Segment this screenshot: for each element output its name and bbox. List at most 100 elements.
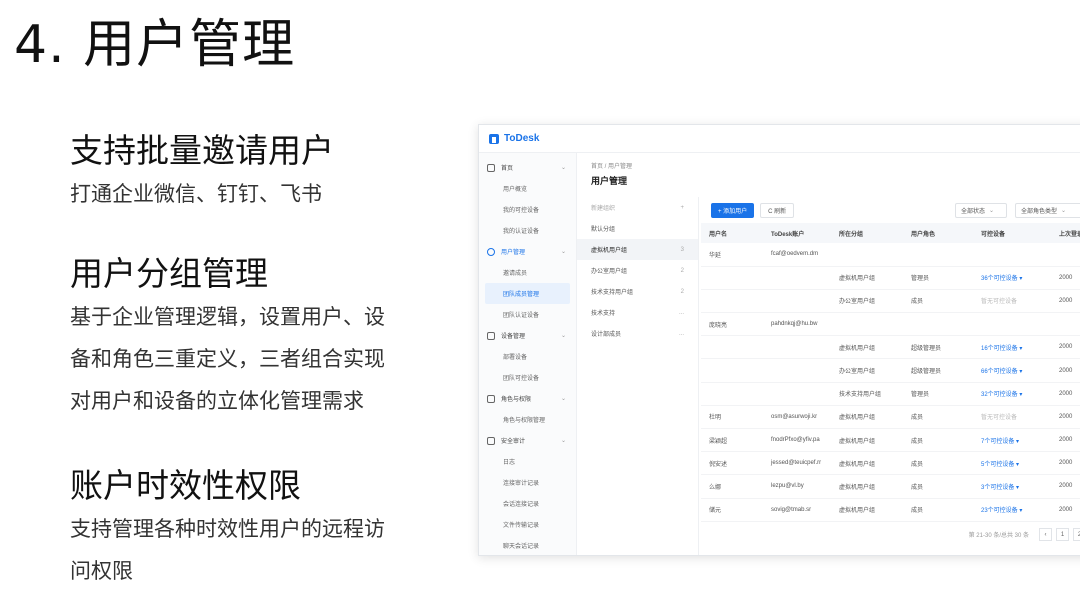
group-item[interactable]: 虚拟机用户组 3 [577,239,698,260]
table-row[interactable]: 虚拟机用户组 管理员 36个可控设备 ▾ 2000 [701,266,1080,290]
table-cell[interactable]: 36个可控设备 ▾ [973,266,1051,290]
todesk-logo-icon [489,133,499,144]
table-header-row: 用户名ToDesk账户所在分组用户角色可控设备上次登录 [701,223,1080,243]
table-row[interactable]: 办公室用户组 成员 暂无可控设备 2000 [701,289,1080,314]
group-item[interactable]: 设计部成员... [577,323,698,344]
refresh-button[interactable]: C 刷新 [760,202,795,218]
table-cell [973,312,1051,337]
table-cell: 2000 [1051,428,1080,453]
sidebar-item[interactable]: 角色与权限管理 [479,409,576,430]
table-cell: 倪安述 [701,451,763,476]
column-header[interactable]: 用户角色 [903,223,973,243]
table-cell [701,358,763,383]
table-row[interactable]: 么娜 lezpu@vl.by 虚拟机用户组 成员 3个可控设备 ▾ 2000 [701,474,1080,499]
sidebar-item[interactable]: 部署设备 [479,346,576,367]
page-button[interactable]: 2 [1073,528,1080,541]
table-cell: lezpu@vl.by [763,474,831,499]
table-cell [831,312,903,337]
sidebar-item[interactable]: 用户概览 [479,178,576,199]
prev-page-button[interactable]: ‹ [1039,528,1052,541]
table-row[interactable]: 办公室用户组 超级管理员 66个可控设备 ▾ 2000 [701,358,1080,383]
table-cell[interactable]: 16个可控设备 ▾ [973,335,1051,360]
role-icon [487,394,495,403]
sidebar-item[interactable]: 文件传输记录 [479,514,576,535]
pagination-info: 第 21-30 条/总共 30 条 [968,533,1029,539]
sidebar-item[interactable]: 团队成员管理 [485,283,570,304]
feature-timed-access: 账户时效性权限 支持管理各种时效性用户的远程访 问权限 [70,465,440,592]
column-header[interactable]: 所在分组 [831,223,903,243]
group-item[interactable]: 新建组织 + [577,197,698,218]
column-header[interactable]: 可控设备 [973,223,1051,243]
table-cell: 虚拟机用户组 [831,266,903,290]
table-cell[interactable]: 66个可控设备 ▾ [973,358,1051,383]
sidebar-item[interactable]: 首页 ⌄ [479,157,576,178]
column-header[interactable]: ToDesk账户 [763,223,831,243]
table-row[interactable]: 倪安述 jessed@teuicpef.rr 虚拟机用户组 成员 5个可控设备 ▾ 200… [701,451,1080,476]
feature-text: 对用户和设备的立体化管理需求 [70,389,364,414]
group-count: ... [678,309,684,316]
table-cell [701,266,763,290]
sidebar-item[interactable]: 邀请成员 [479,262,576,283]
table-row[interactable]: 华延 fcaf@oedvem.dm [701,243,1080,267]
group-item[interactable]: 技术支持... [577,302,698,323]
table-row[interactable]: 虚拟机用户组 超级管理员 16个可控设备 ▾ 2000 [701,335,1080,360]
sidebar-item[interactable]: 角色与权限 ⌄ [479,388,576,409]
table-row[interactable]: 梁颖超 fnodrPfxo@yfiv.pa 虚拟机用户组 成员 7个可控设备 ▾ 2000 [701,428,1080,453]
table-cell: 杜明 [701,405,763,430]
sidebar-item[interactable]: 我的可控设备 [479,199,576,220]
table-cell: 梁颖超 [701,428,763,453]
group-item[interactable]: 技术支持用户组 2 [577,281,698,302]
app-screenshot: ToDesk 首页 ⌄ 用户概览 我的可控设备 我的认证设备 用户管理 ⌄ 邀请成员 团队成员管… [478,124,1080,556]
table-cell: 虚拟机用户组 [831,428,903,453]
sidebar-item-label: 设备管理 [501,334,526,340]
table-cell[interactable]: 7个可控设备 ▾ [973,428,1051,453]
sidebar-item-label: 日志 [503,460,516,466]
sidebar-item-label: 角色与权限管理 [503,418,546,424]
sidebar-item[interactable]: 设备管理 ⌄ [479,325,576,346]
sidebar-item-label: 我的可控设备 [503,208,540,214]
add-user-button[interactable]: + 添加用户 [711,202,755,218]
table-cell[interactable]: 23个可控设备 ▾ [973,498,1051,522]
sidebar-item[interactable]: 会话连接记录 [479,493,576,514]
table-cell [763,382,831,406]
sidebar-item[interactable]: 团队可控设备 [479,367,576,388]
sidebar-item-label: 安全审计 [501,439,526,445]
table-cell [903,312,973,337]
sidebar-item[interactable]: 我的认证设备 [479,220,576,241]
table-cell: 成员 [903,405,973,430]
table-row[interactable]: 储元 sovig@tmab.sr 虚拟机用户组 成员 23个可控设备 ▾ 2000 [701,498,1080,522]
table-cell: 虚拟机用户组 [831,498,903,522]
table-cell: 办公室用户组 [831,289,903,314]
column-header[interactable]: 上次登录 [1051,223,1080,243]
group-item[interactable]: 办公室用户组 2 [577,260,698,281]
sidebar-item[interactable]: 聊天会话记录 [479,535,576,555]
table-cell: 2000 [1051,266,1080,290]
table-cell: 2000 [1051,498,1080,522]
sidebar-item[interactable]: 团队认证设备 [479,304,576,325]
table-cell [763,335,831,360]
shield-icon [487,436,495,445]
table-row[interactable]: 技术支持用户组 管理员 32个可控设备 ▾ 2000 [701,382,1080,406]
column-header[interactable]: 用户名 [701,223,763,243]
status-filter-select[interactable]: 全部状态 ⌄ [955,203,1007,218]
sidebar-item[interactable]: 用户管理 ⌄ [479,241,576,262]
table-cell: 虚拟机用户组 [831,474,903,499]
table-cell[interactable]: 3个可控设备 ▾ [973,474,1051,499]
sidebar-item[interactable]: 日志 [479,451,576,472]
page-button[interactable]: 1 [1056,528,1069,541]
role-filter-select[interactable]: 全部角色类型 ⌄ [1015,203,1080,218]
table-cell[interactable]: 32个可控设备 ▾ [973,382,1051,406]
table-cell: sovig@tmab.sr [763,498,831,522]
table-cell: 成员 [903,428,973,453]
table-cell: 虚拟机用户组 [831,405,903,430]
group-label: 办公室用户组 [591,269,628,275]
breadcrumb[interactable]: 首页 / 用户管理 [591,161,1080,170]
table-row[interactable]: 庞晓亮 pahdnkqj@hu.bw [701,312,1080,337]
sidebar-item[interactable]: 安全审计 ⌄ [479,430,576,451]
sidebar-item[interactable]: 连接审计记录 [479,472,576,493]
table-row[interactable]: 杜明 osm@asurwoji.kr 虚拟机用户组 成员 暂无可控设备 2000 [701,405,1080,430]
group-item[interactable]: 默认分组 [577,218,698,239]
feature-heading: 账户时效性权限 [70,466,301,505]
table-cell: 2000 [1051,358,1080,383]
table-cell[interactable]: 5个可控设备 ▾ [973,451,1051,476]
